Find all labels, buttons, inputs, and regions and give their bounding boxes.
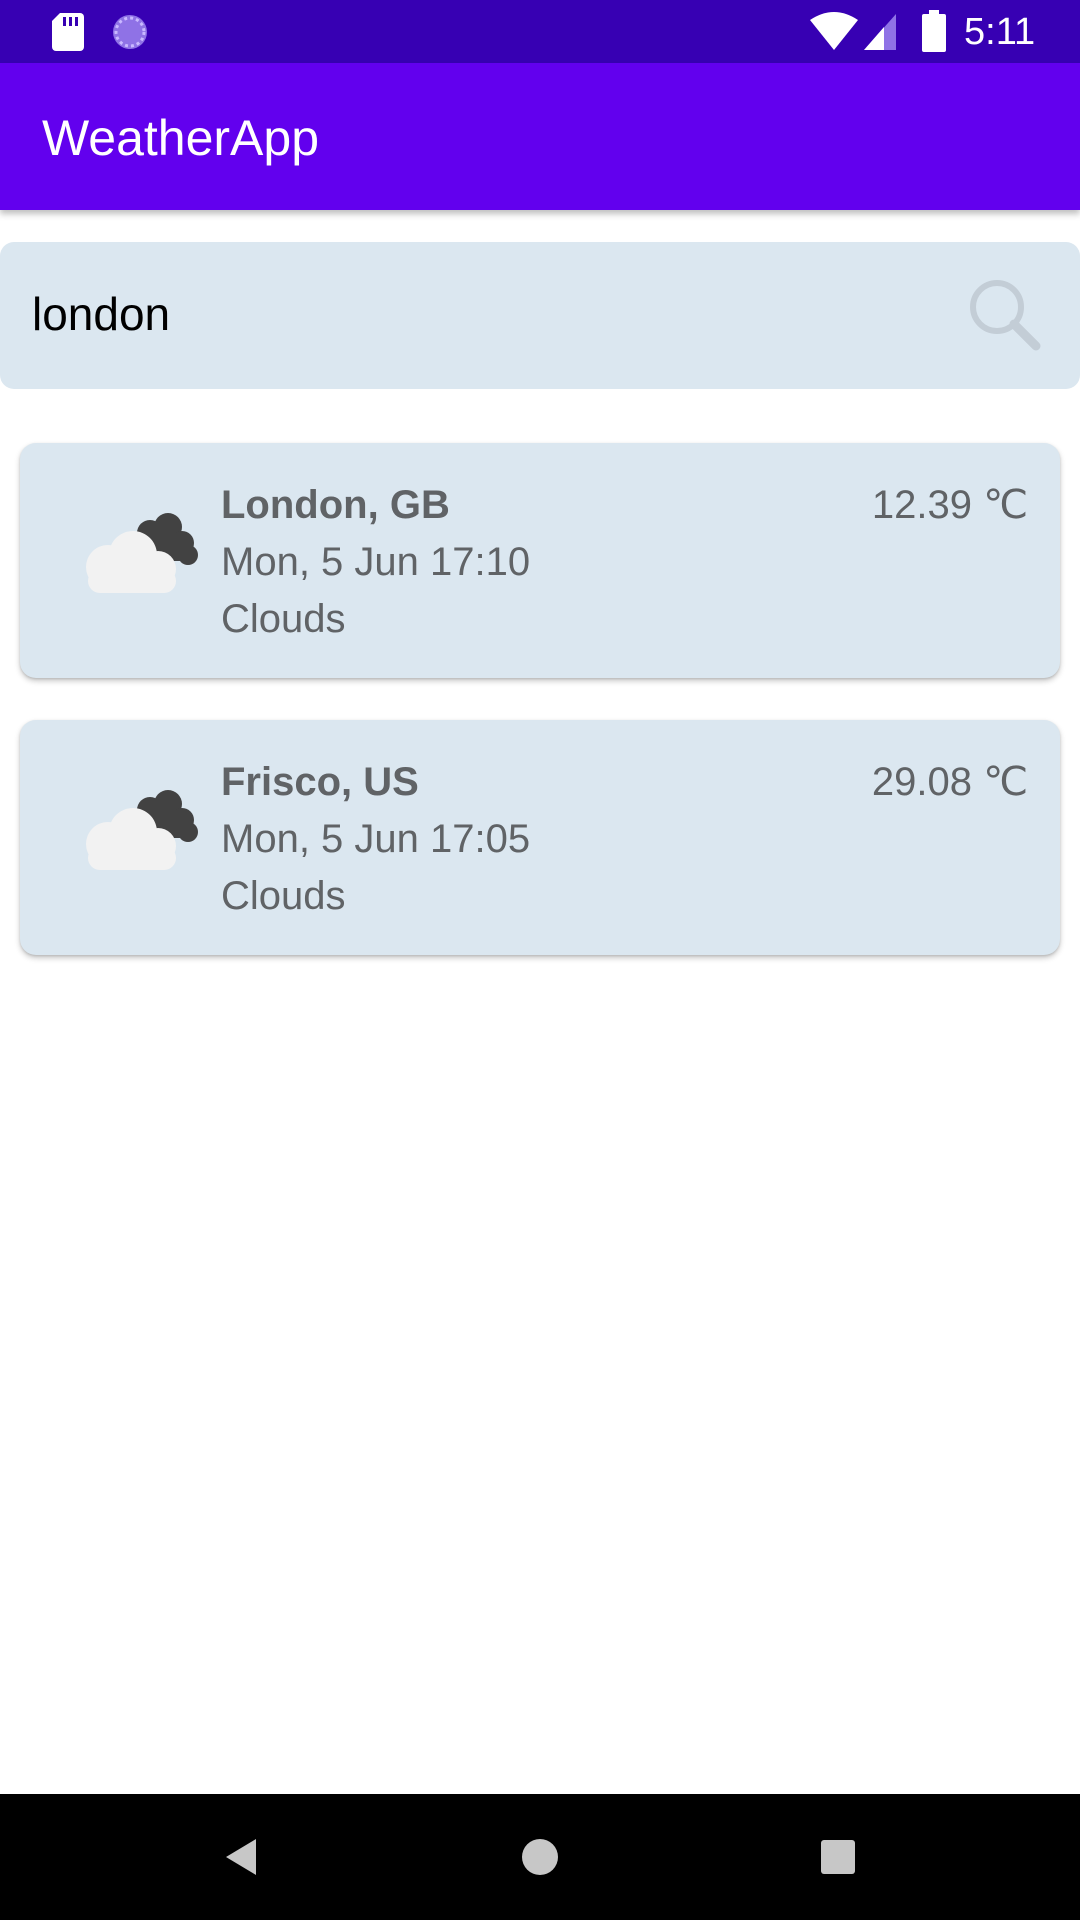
result-temperature: 29.08 ℃	[871, 760, 1028, 804]
clouds-icon	[86, 513, 198, 593]
sync-icon	[113, 15, 147, 49]
status-bar: 5:11	[0, 0, 1080, 63]
weather-result-card[interactable]: Frisco, US Mon, 5 Jun 17:05 Clouds 29.08…	[20, 720, 1060, 955]
app-title: WeatherApp	[42, 110, 320, 166]
recents-icon[interactable]	[808, 1827, 868, 1887]
navigation-bar	[0, 1794, 1080, 1920]
wifi-icon	[810, 12, 858, 50]
result-temperature: 12.39 ℃	[871, 483, 1028, 527]
result-condition: Clouds	[221, 597, 346, 641]
sd-card-icon	[52, 13, 84, 51]
result-city: Frisco, US	[221, 760, 419, 804]
result-datetime: Mon, 5 Jun 17:05	[221, 817, 531, 861]
result-city: London, GB	[221, 483, 450, 527]
clouds-icon	[86, 790, 198, 870]
home-icon[interactable]	[510, 1827, 570, 1887]
search-field[interactable]: london	[0, 242, 1080, 389]
app-bar: WeatherApp	[0, 63, 1080, 210]
back-icon[interactable]	[212, 1827, 272, 1887]
result-datetime: Mon, 5 Jun 17:10	[221, 540, 531, 584]
result-condition: Clouds	[221, 874, 346, 918]
cell-signal-icon	[864, 14, 896, 50]
weather-result-card[interactable]: London, GB Mon, 5 Jun 17:10 Clouds 12.39…	[20, 443, 1060, 678]
search-input[interactable]: london	[32, 286, 170, 342]
battery-icon	[922, 10, 946, 52]
status-clock: 5:11	[964, 11, 1036, 53]
search-icon[interactable]	[964, 274, 1044, 354]
